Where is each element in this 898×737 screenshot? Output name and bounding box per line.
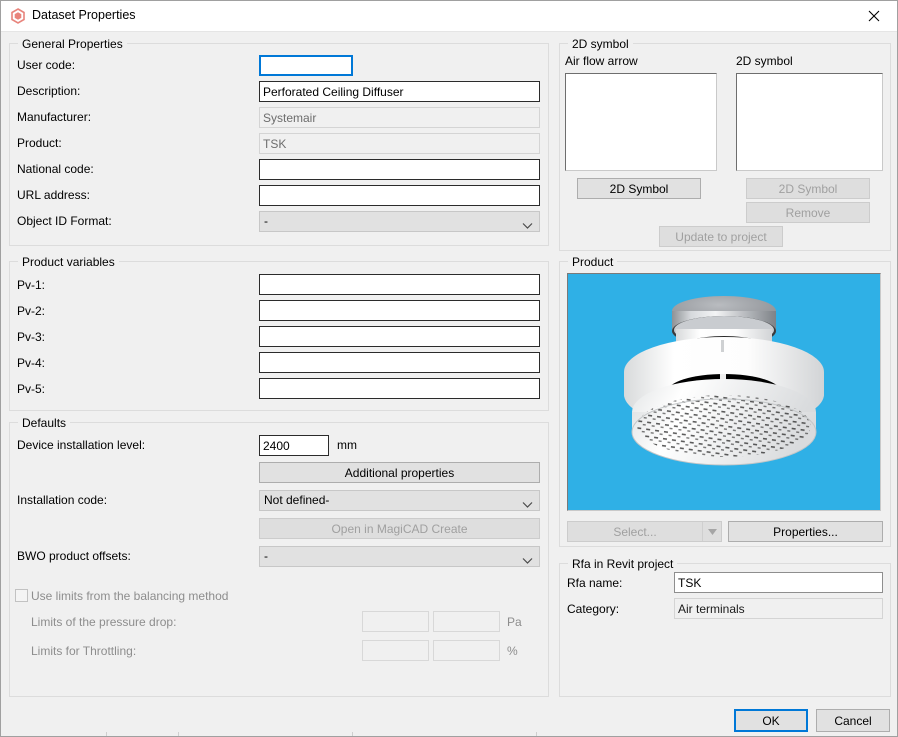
product-properties-label: Properties... — [773, 524, 838, 539]
product-select-label: Select... — [613, 524, 657, 539]
object-id-format-value: - — [264, 214, 268, 228]
pv-1-input[interactable] — [259, 274, 540, 295]
pv-1-label: Pv-1: — [17, 278, 46, 292]
cancel-button-label: Cancel — [834, 713, 872, 728]
product-label: Product: — [17, 136, 62, 150]
symbol-2d-label: 2D symbol — [736, 54, 793, 68]
device-installation-level-label: Device installation level: — [17, 438, 146, 452]
update-to-project-label: Update to project — [675, 229, 767, 244]
open-in-magicad-create-label: Open in MagiCAD Create — [331, 521, 468, 536]
object-id-format-label: Object ID Format: — [17, 214, 112, 228]
ok-button-label: OK — [762, 713, 780, 728]
chevron-down-icon[interactable] — [702, 522, 721, 541]
product-legend: Product — [568, 255, 618, 269]
bwo-product-offsets-value: - — [264, 549, 268, 563]
symbol-2d-preview[interactable] — [736, 73, 883, 171]
pv-4-input[interactable] — [259, 352, 540, 373]
national-code-label: National code: — [17, 162, 94, 176]
air-flow-arrow-preview[interactable] — [565, 73, 717, 171]
description-label: Description: — [17, 84, 81, 98]
limits-pressure-drop-label: Limits of the pressure drop: — [31, 615, 177, 629]
pv-5-label: Pv-5: — [17, 382, 46, 396]
pv-2-label: Pv-2: — [17, 304, 46, 318]
limits-throttling-label: Limits for Throttling: — [31, 644, 137, 658]
object-id-format-combo[interactable]: - — [259, 211, 540, 232]
use-limits-checkbox[interactable] — [15, 589, 28, 602]
symbol-2d-remove-button[interactable]: Remove — [746, 202, 870, 223]
url-address-input[interactable] — [259, 185, 540, 206]
additional-properties-label: Additional properties — [344, 465, 455, 480]
update-to-project-button[interactable]: Update to project — [659, 226, 783, 247]
magicad-hexagon-icon — [10, 8, 26, 24]
air-flow-arrow-label: Air flow arrow — [565, 54, 638, 68]
symbol-2d-button[interactable]: 2D Symbol — [746, 178, 870, 199]
window-bottom-edge — [1, 732, 897, 736]
device-installation-level-input[interactable] — [259, 435, 329, 456]
description-input[interactable] — [259, 81, 540, 102]
limits-throttling-min-input[interactable] — [362, 640, 429, 661]
limits-pressure-drop-unit: Pa — [507, 615, 522, 629]
pv-3-label: Pv-3: — [17, 330, 46, 344]
cancel-button[interactable]: Cancel — [816, 709, 890, 732]
limits-throttling-unit: % — [507, 644, 518, 658]
symbol-2d-remove-label: Remove — [785, 205, 831, 220]
ok-button[interactable]: OK — [734, 709, 808, 732]
bwo-product-offsets-combo[interactable]: - — [259, 546, 540, 567]
chevron-down-icon — [522, 552, 533, 566]
user-code-input[interactable] — [259, 55, 353, 76]
dataset-properties-dialog: Dataset Properties General Properties Us… — [0, 0, 898, 737]
defaults-legend: Defaults — [18, 416, 71, 430]
user-code-label: User code: — [17, 58, 76, 72]
general-properties-legend: General Properties — [18, 37, 127, 51]
manufacturer-input — [259, 107, 540, 128]
product-image — [567, 273, 881, 511]
limits-pressure-drop-min-input[interactable] — [362, 611, 429, 632]
product-variables-legend: Product variables — [18, 255, 119, 269]
rfa-name-label: Rfa name: — [567, 576, 623, 590]
product-properties-button[interactable]: Properties... — [728, 521, 883, 542]
air-flow-2d-symbol-button[interactable]: 2D Symbol — [577, 178, 701, 199]
pv-5-input[interactable] — [259, 378, 540, 399]
rfa-category-input — [674, 598, 883, 619]
limits-throttling-max-input[interactable] — [433, 640, 500, 661]
pv-4-label: Pv-4: — [17, 356, 46, 370]
limits-pressure-drop-max-input[interactable] — [433, 611, 500, 632]
symbol-2d-legend: 2D symbol — [568, 37, 633, 51]
pv-3-input[interactable] — [259, 326, 540, 347]
close-button[interactable] — [851, 1, 897, 31]
perforated-ceiling-diffuser-render — [568, 274, 880, 510]
rfa-legend: Rfa in Revit project — [568, 557, 678, 571]
installation-code-value: Not defined- — [264, 493, 330, 507]
window-title: Dataset Properties — [32, 8, 136, 22]
bwo-product-offsets-label: BWO product offsets: — [17, 549, 131, 563]
rfa-category-label: Category: — [567, 602, 620, 616]
product-input — [259, 133, 540, 154]
installation-code-label: Installation code: — [17, 493, 108, 507]
device-installation-level-unit: mm — [337, 438, 357, 452]
open-in-magicad-create-button[interactable]: Open in MagiCAD Create — [259, 518, 540, 539]
air-flow-2d-symbol-label: 2D Symbol — [609, 181, 669, 196]
chevron-down-icon — [522, 217, 533, 231]
installation-code-combo[interactable]: Not defined- — [259, 490, 540, 511]
pv-2-input[interactable] — [259, 300, 540, 321]
title-bar: Dataset Properties — [1, 1, 897, 32]
national-code-input[interactable] — [259, 159, 540, 180]
additional-properties-button[interactable]: Additional properties — [259, 462, 540, 483]
use-limits-checkbox-label: Use limits from the balancing method — [31, 589, 229, 603]
chevron-down-icon — [522, 496, 533, 510]
product-select-button[interactable]: Select... — [567, 521, 722, 542]
rfa-name-input[interactable] — [674, 572, 883, 593]
symbol-2d-button-label: 2D Symbol — [778, 181, 838, 196]
manufacturer-label: Manufacturer: — [17, 110, 92, 124]
url-address-label: URL address: — [17, 188, 90, 202]
